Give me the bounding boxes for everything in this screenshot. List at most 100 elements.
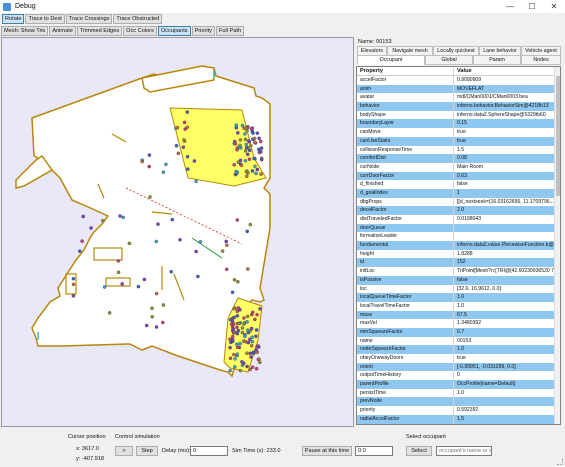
occupant-marker[interactable] xyxy=(245,320,249,324)
occupant-marker[interactable] xyxy=(147,164,151,169)
table-row[interactable]: prevNode xyxy=(357,397,560,407)
occupant-marker[interactable] xyxy=(251,131,255,135)
occupant-marker[interactable] xyxy=(254,171,258,176)
occupant-marker[interactable] xyxy=(247,157,252,161)
occupant-marker[interactable] xyxy=(224,267,229,272)
occupant-marker[interactable] xyxy=(232,315,237,320)
occupant-marker[interactable] xyxy=(258,360,262,365)
occupant-marker[interactable] xyxy=(236,160,241,164)
step-button[interactable]: Step xyxy=(136,446,158,456)
occupant-marker[interactable] xyxy=(121,215,125,220)
occupant-marker[interactable] xyxy=(81,214,85,219)
property-value-cell[interactable]: inferno.data2.SphereShape@5329tb60 xyxy=(454,111,560,120)
table-row[interactable]: orient [-0.99951, -0.031299, 0.0] xyxy=(357,362,560,372)
occupant-marker[interactable] xyxy=(245,174,249,178)
table-row[interactable]: bodyShape inferno.data2.SphereShape@5329t… xyxy=(357,110,560,120)
minimize-button[interactable]: — xyxy=(499,0,521,13)
occupant-marker[interactable] xyxy=(236,328,241,333)
table-row[interactable]: nodeSqueezeFactor 1.0 xyxy=(357,345,560,354)
property-value-cell[interactable]: 0.15 xyxy=(454,119,560,128)
table-row[interactable]: comfortDist 0.08 xyxy=(357,154,560,163)
occupant-search-input[interactable]: occupant's name or id xyxy=(436,446,492,456)
table-row[interactable]: currDoorFactor 0.63 xyxy=(357,171,560,181)
table-row[interactable]: localQueueTimeFactor 1.0 xyxy=(357,293,560,302)
property-value-cell[interactable]: [[d_nextseek=(16.03162656, 11.1709796... xyxy=(454,198,560,207)
trimmed-edges-toggle[interactable]: Trimmed Edges xyxy=(76,25,123,36)
pause-at-time-button[interactable]: Pause at this time xyxy=(302,446,352,456)
occupant-marker[interactable] xyxy=(228,356,233,361)
occupant-marker[interactable] xyxy=(183,127,187,131)
occupant-marker[interactable] xyxy=(80,239,84,243)
occupant-marker[interactable] xyxy=(234,125,239,130)
occupant-marker[interactable] xyxy=(254,348,258,352)
property-value-cell[interactable]: 0.08 xyxy=(454,154,560,163)
occupant-marker[interactable] xyxy=(232,278,237,282)
occupant-marker[interactable] xyxy=(249,143,253,148)
property-value-cell[interactable]: inferno.behavior.BehaviorSim@4218b13 xyxy=(454,102,560,111)
property-value-cell[interactable]: TriPoint[Mesh?n:[TRI@[42.60230936520 78.… xyxy=(454,267,560,276)
property-value-cell[interactable] xyxy=(454,224,560,233)
occupant-marker[interactable] xyxy=(249,343,254,348)
occupant-marker[interactable] xyxy=(235,170,240,175)
property-value-cell[interactable]: [-0.99951, -0.031299, 0.0] xyxy=(454,363,560,372)
table-row[interactable]: canMove true xyxy=(357,128,560,137)
occupant-marker[interactable] xyxy=(236,279,240,284)
occupant-marker[interactable] xyxy=(244,142,249,147)
occupant-marker[interactable] xyxy=(243,334,247,339)
pause-time-input[interactable]: 0.0 xyxy=(355,446,393,456)
property-value-cell[interactable]: 1.0 xyxy=(454,345,560,354)
occupant-marker[interactable] xyxy=(249,126,254,131)
full-path-toggle[interactable]: Full Path xyxy=(215,25,245,36)
property-value-cell[interactable]: 1.3480392 xyxy=(454,319,560,328)
occupant-marker[interactable] xyxy=(230,290,235,295)
table-row[interactable]: canUseStairs true xyxy=(357,136,560,146)
occupant-marker[interactable] xyxy=(170,217,175,222)
occupant-marker[interactable] xyxy=(248,367,252,372)
occupant-marker[interactable] xyxy=(242,322,246,326)
property-value-cell[interactable]: inferno.data2.value.PiecewiseFunction.b@… xyxy=(454,241,560,250)
occupant-marker[interactable] xyxy=(116,270,121,275)
property-value-cell[interactable]: 1.0 xyxy=(454,293,560,302)
occupant-marker[interactable] xyxy=(228,337,232,341)
property-value-cell[interactable]: 1 xyxy=(454,189,560,198)
occupant-marker[interactable] xyxy=(147,153,152,157)
header-value[interactable]: Value xyxy=(454,67,560,75)
occupant-marker[interactable] xyxy=(176,151,181,156)
occupant-marker[interactable] xyxy=(239,163,244,168)
property-value-cell[interactable]: 1.5 xyxy=(454,415,560,424)
table-row[interactable]: priority 0.592392 xyxy=(357,406,560,415)
occupant-marker[interactable] xyxy=(148,195,152,199)
rotate-toggle[interactable]: Rotate xyxy=(2,13,25,24)
occupant-marker[interactable] xyxy=(253,317,257,322)
table-row[interactable]: distTraveledFactor 0.0198043 xyxy=(357,215,560,224)
occupant-marker[interactable] xyxy=(174,143,179,148)
tab-global[interactable]: Global xyxy=(425,55,473,65)
occupant-marker[interactable] xyxy=(231,327,236,331)
occupant-marker[interactable] xyxy=(254,366,259,371)
property-value-cell[interactable]: 67.5 xyxy=(454,311,560,320)
occupant-marker[interactable] xyxy=(194,179,198,184)
occupant-marker[interactable] xyxy=(71,276,76,281)
property-value-cell[interactable] xyxy=(454,232,560,241)
tab-param[interactable]: Param xyxy=(473,55,521,65)
occupant-marker[interactable] xyxy=(256,344,261,348)
table-row[interactable]: minSqueezeFactor 0.7 xyxy=(357,327,560,337)
property-value-cell[interactable]: 1.8288 xyxy=(454,250,560,259)
property-value-cell[interactable]: OccProfile[name=Default] xyxy=(454,380,560,389)
table-row[interactable]: height 1.8288 xyxy=(357,249,560,259)
occupant-marker[interactable] xyxy=(245,152,250,157)
property-value-cell[interactable]: MOVEFLAT xyxy=(454,85,560,94)
property-value-cell[interactable]: 0.7 xyxy=(454,328,560,337)
trace-crossings-toggle[interactable]: Trace Crossings xyxy=(65,13,113,24)
occupant-marker[interactable] xyxy=(238,138,243,142)
occupant-marker[interactable] xyxy=(235,309,240,314)
occupant-marker[interactable] xyxy=(238,143,242,148)
occupant-marker[interactable] xyxy=(118,214,122,218)
table-row[interactable]: d_finished false xyxy=(357,180,560,189)
table-row[interactable]: persistTime 1.0 xyxy=(357,388,560,398)
occupant-marker[interactable] xyxy=(238,368,243,373)
occupant-marker[interactable] xyxy=(243,159,248,163)
occupant-marker[interactable] xyxy=(250,169,255,173)
occupant-marker[interactable] xyxy=(150,315,154,319)
occupant-marker[interactable] xyxy=(230,334,235,339)
